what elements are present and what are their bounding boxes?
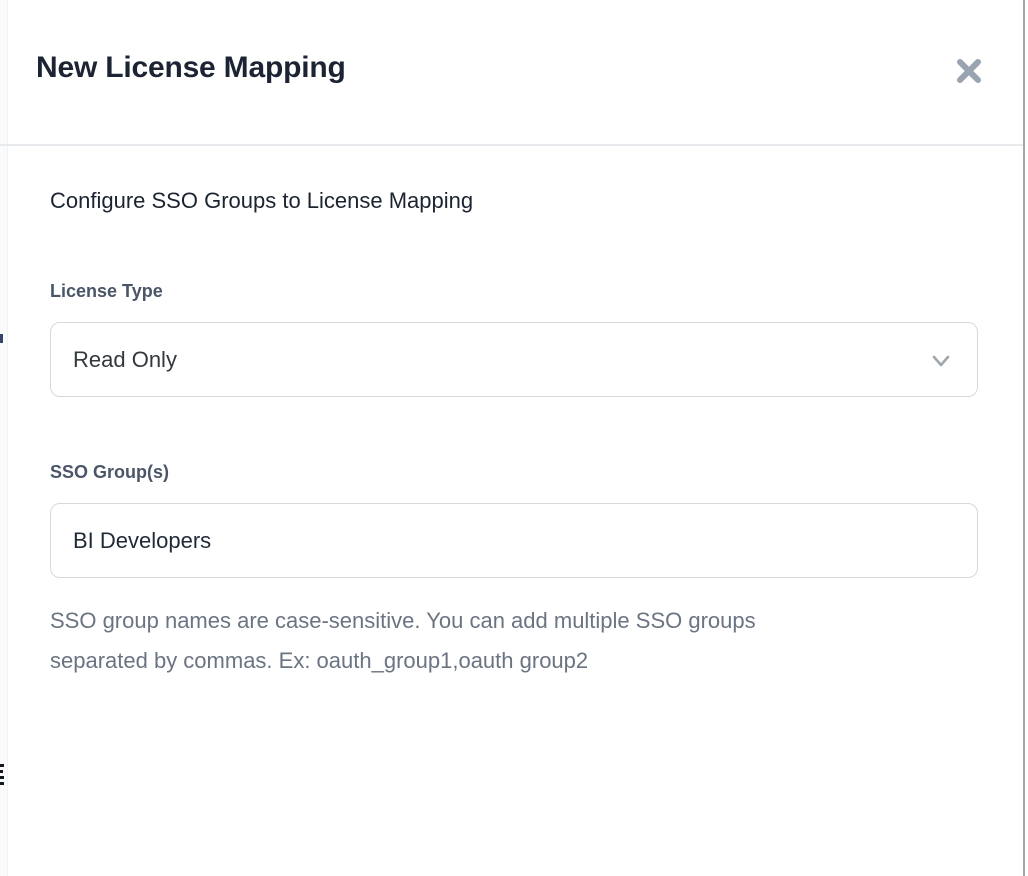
license-type-selected-value: Read Only [73,347,929,373]
sso-groups-help-text: SSO group names are case-sensitive. You … [50,601,910,681]
background-artifact [0,770,3,773]
close-icon [954,56,984,86]
chevron-down-icon [929,348,953,372]
help-line: separated by commas. Ex: oauth_group1,oa… [50,641,910,681]
close-button[interactable] [952,54,986,88]
background-page-edge [0,0,8,876]
background-artifact [0,764,4,767]
license-mapping-modal: New License Mapping Configure SSO Groups… [0,0,1028,876]
modal-title: New License Mapping [36,50,346,86]
sso-groups-label: SSO Group(s) [50,460,169,484]
background-artifact [0,782,4,785]
help-line: SSO group names are case-sensitive. You … [50,601,910,641]
header-divider [0,144,1023,146]
sso-groups-input[interactable] [50,503,978,578]
license-type-label: License Type [50,279,163,303]
modal-description: Configure SSO Groups to License Mapping [50,186,473,216]
window-edge-line [1023,0,1025,876]
license-type-select[interactable]: Read Only [50,322,978,397]
background-artifact [0,776,4,779]
background-artifact [0,334,3,343]
